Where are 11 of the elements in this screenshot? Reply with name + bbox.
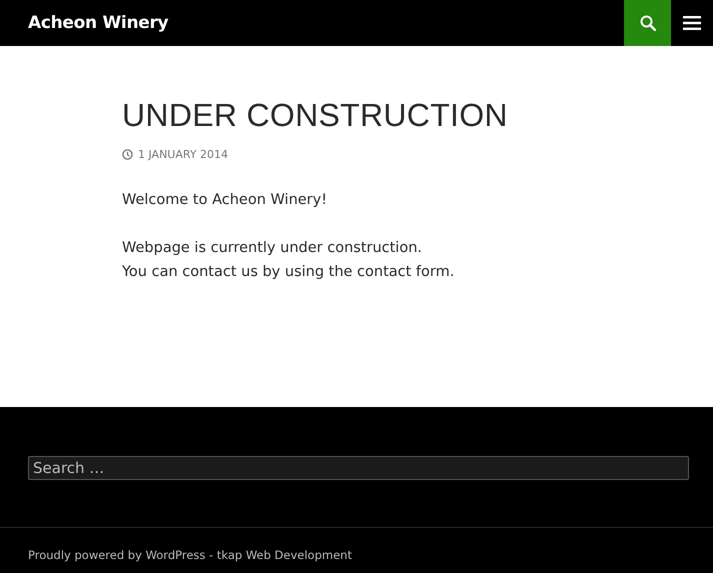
search-button[interactable] [624,0,671,46]
search-field[interactable]: Search … [28,456,689,480]
credit-link[interactable]: Proudly powered by WordPress - tkap Web Development [28,548,352,562]
paragraph-text: Webpage is currently under construction. [122,239,422,258]
search-icon [640,15,656,31]
menu-icon [683,16,701,30]
post-date[interactable]: 1 JANUARY 2014 [138,148,228,160]
paragraph-text: You can contact us by using the contact form. [122,263,454,282]
post-title: UNDER CONSTRUCTION [122,96,508,135]
paragraph-text: Welcome to Acheon Winery! [122,191,328,210]
clock-icon [122,148,133,160]
